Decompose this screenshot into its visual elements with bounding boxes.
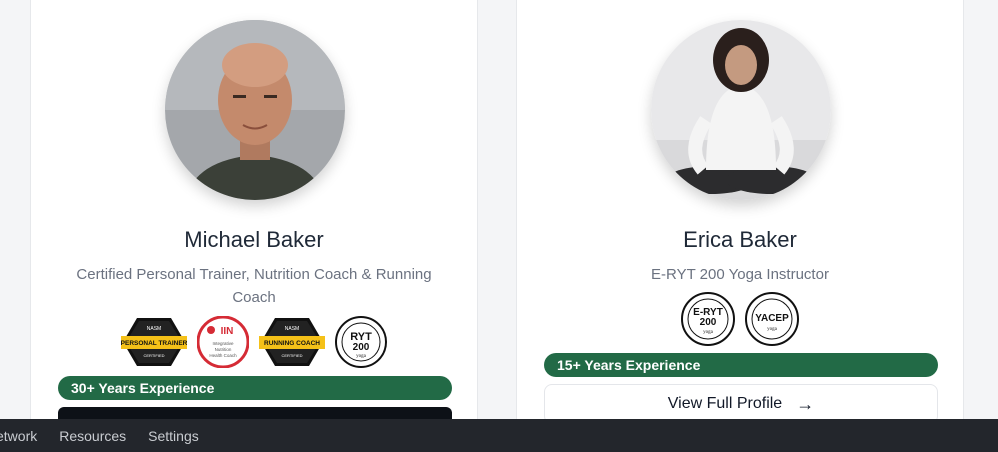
svg-text:YACEP: YACEP [755, 313, 789, 324]
svg-text:200: 200 [700, 317, 717, 328]
ryt-200-badge-icon: RYT 200 yoga [335, 316, 387, 368]
view-full-profile-label: View Full Profile [667, 395, 783, 412]
certification-badges: PERSONAL TRAINER NASM CERTIFIED IIN Inte… [31, 316, 477, 368]
svg-text:yoga: yoga [356, 354, 367, 359]
e-ryt-200-badge-icon: E-RYT 200 yoga [681, 292, 735, 346]
trainer-title: E-RYT 200 Yoga Instructor [651, 266, 829, 283]
iin-health-coach-badge-icon: IIN Integrative Nutrition Health Coach [197, 316, 249, 368]
running-coach-badge-icon: RUNNING COACH NASM CERTIFIED [259, 318, 325, 366]
svg-text:CERTIFIED: CERTIFIED [143, 353, 164, 358]
svg-text:NASM: NASM [285, 326, 299, 332]
svg-text:Integrative: Integrative [212, 341, 234, 346]
experience-badge: 30+ Years Experience [58, 376, 452, 400]
trainer-card-michael: Michael Baker Certified Personal Trainer… [30, 0, 478, 430]
trainer-title: Certified Personal Trainer, Nutrition Co… [76, 266, 432, 306]
svg-text:yoga: yoga [703, 330, 714, 335]
erica-avatar [651, 20, 831, 200]
certification-badges: E-RYT 200 yoga YACEP yoga [517, 292, 963, 346]
bottom-nav-bar: etwork Resources Settings [0, 419, 998, 452]
svg-text:PERSONAL TRAINER: PERSONAL TRAINER [121, 340, 187, 347]
nav-item-settings[interactable]: Settings [148, 428, 199, 444]
svg-text:RUNNING COACH: RUNNING COACH [264, 340, 320, 347]
trainer-name: Michael Baker [184, 227, 324, 252]
svg-text:Nutrition: Nutrition [215, 347, 232, 352]
svg-text:200: 200 [353, 342, 370, 353]
experience-badge: 15+ Years Experience [544, 353, 938, 377]
svg-text:NASM: NASM [147, 326, 161, 332]
personal-trainer-badge-icon: PERSONAL TRAINER NASM CERTIFIED [121, 318, 187, 366]
svg-text:CERTIFIED: CERTIFIED [281, 353, 302, 358]
trainer-card-erica: Erica Baker E-RYT 200 Yoga Instructor E-… [516, 0, 964, 430]
michael-avatar [165, 20, 345, 200]
view-full-profile-button[interactable]: View Full Profile → [544, 384, 938, 424]
trainer-name: Erica Baker [683, 227, 797, 252]
arrow-right-icon: → [796, 394, 815, 414]
nav-item-network[interactable]: etwork [0, 428, 37, 444]
nav-item-resources[interactable]: Resources [59, 428, 126, 444]
svg-text:yoga: yoga [767, 327, 778, 332]
svg-text:Health Coach: Health Coach [209, 353, 237, 358]
svg-text:IIN: IIN [221, 326, 234, 337]
yacep-badge-icon: YACEP yoga [745, 292, 799, 346]
